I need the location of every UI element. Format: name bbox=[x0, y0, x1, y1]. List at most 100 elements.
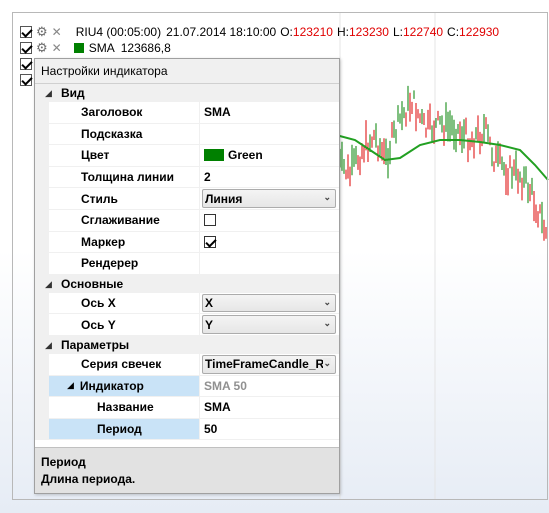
property-name: Стиль bbox=[35, 188, 199, 210]
property-row-smoothing[interactable]: Сглаживание bbox=[35, 209, 339, 232]
price-visible-checkbox[interactable] bbox=[20, 26, 32, 38]
property-row-indicator[interactable]: ◢ Индикатор SMA 50 bbox=[35, 375, 339, 398]
property-grid: ◢ Вид Заголовок SMA Подсказка Цвет Green… bbox=[35, 84, 339, 441]
close-icon[interactable]: ✕ bbox=[52, 25, 62, 39]
property-row-color[interactable]: Цвет Green bbox=[35, 145, 339, 167]
open-value: 123210 bbox=[292, 25, 333, 39]
property-name: Серия свечек bbox=[35, 353, 199, 376]
property-name: Название bbox=[35, 397, 199, 419]
open-label: O: bbox=[280, 25, 293, 39]
color-value: Green bbox=[228, 148, 263, 163]
property-row-period[interactable]: Период 50 bbox=[35, 418, 339, 441]
property-name: Ось Y bbox=[35, 314, 199, 336]
property-row-thickness[interactable]: Толщина линии 2 bbox=[35, 166, 339, 189]
tooltip-value[interactable] bbox=[199, 123, 339, 146]
property-row-candles[interactable]: Серия свечек TimeFrameCandle_R ⌄ bbox=[35, 353, 339, 376]
property-name: Маркер bbox=[35, 231, 199, 254]
sma-label: SMA bbox=[88, 41, 115, 55]
category-label: Вид bbox=[61, 86, 85, 100]
property-name: Ось X bbox=[35, 292, 199, 315]
candles-value: TimeFrameCandle_R bbox=[205, 357, 325, 372]
axis-x-value: X bbox=[205, 296, 214, 311]
color-swatch bbox=[204, 149, 224, 162]
category-params[interactable]: ◢ Параметры bbox=[35, 335, 339, 354]
property-name: Рендерер bbox=[35, 253, 199, 275]
description-pane: Период Длина периода. bbox=[35, 447, 339, 493]
collapse-triangle-icon[interactable]: ◢ bbox=[45, 336, 52, 354]
description-title: Период bbox=[41, 455, 86, 469]
symbol-label: RIU4 (00:05:00) bbox=[75, 25, 162, 39]
header-value[interactable]: SMA bbox=[199, 102, 339, 124]
property-row-style[interactable]: Стиль Линия ⌄ bbox=[35, 188, 339, 210]
category-label: Основные bbox=[61, 276, 124, 291]
close-label: C: bbox=[447, 25, 460, 39]
style-cell: Линия ⌄ bbox=[199, 188, 339, 210]
series-visible-checkbox[interactable] bbox=[20, 74, 32, 86]
style-dropdown[interactable]: Линия ⌄ bbox=[202, 189, 336, 208]
legend-row-3 bbox=[20, 56, 32, 72]
legend-row-4 bbox=[20, 72, 32, 88]
ind-name-value[interactable]: SMA bbox=[199, 397, 339, 419]
category-view[interactable]: ◢ Вид bbox=[35, 84, 339, 102]
legend-row-price: ⚙ ✕ RIU4 (00:05:00) 21.07.2014 18:10:00 … bbox=[20, 24, 499, 40]
gear-icon[interactable]: ⚙ bbox=[36, 41, 48, 54]
indicator-name-cell: ◢ Индикатор bbox=[35, 375, 199, 398]
style-value: Линия bbox=[205, 191, 243, 206]
property-row-renderer[interactable]: Рендерер bbox=[35, 253, 339, 275]
thickness-value[interactable]: 2 bbox=[199, 166, 339, 189]
property-row-header[interactable]: Заголовок SMA bbox=[35, 102, 339, 124]
property-name: Подсказка bbox=[35, 123, 199, 146]
datetime-label: 21.07.2014 18:10:00 bbox=[166, 25, 277, 39]
sma-visible-checkbox[interactable] bbox=[20, 42, 32, 54]
chevron-down-icon: ⌄ bbox=[323, 296, 331, 307]
marker-cell bbox=[199, 231, 339, 254]
candles-cell: TimeFrameCandle_R ⌄ bbox=[199, 353, 339, 376]
collapse-triangle-icon[interactable]: ◢ bbox=[45, 84, 52, 102]
color-picker[interactable]: Green bbox=[199, 145, 339, 167]
category-main[interactable]: ◢ Основные bbox=[35, 274, 339, 293]
collapse-triangle-icon[interactable]: ◢ bbox=[45, 275, 52, 293]
property-name: Заголовок bbox=[35, 102, 199, 124]
close-value: 122930 bbox=[459, 25, 500, 39]
axis-x-dropdown[interactable]: X ⌄ bbox=[202, 293, 336, 313]
axis-x-cell: X ⌄ bbox=[199, 292, 339, 315]
high-label: H: bbox=[336, 25, 349, 39]
property-row-tooltip[interactable]: Подсказка bbox=[35, 123, 339, 146]
chevron-down-icon: ⌄ bbox=[323, 192, 331, 203]
indicator-value: SMA 50 bbox=[199, 375, 339, 398]
sma-value: 123686,8 bbox=[120, 41, 171, 55]
property-row-marker[interactable]: Маркер bbox=[35, 231, 339, 254]
legend-row-sma: ⚙ ✕ SMA 123686,8 bbox=[20, 40, 171, 56]
property-name: Цвет bbox=[35, 145, 199, 167]
collapse-triangle-icon[interactable]: ◢ bbox=[67, 380, 74, 391]
sma-color-swatch bbox=[73, 43, 84, 53]
property-name: Индикатор bbox=[79, 378, 144, 393]
property-row-ind-name[interactable]: Название SMA bbox=[35, 397, 339, 419]
axis-y-dropdown[interactable]: Y ⌄ bbox=[202, 315, 336, 334]
series-visible-checkbox[interactable] bbox=[20, 58, 32, 70]
description-text: Длина периода. bbox=[41, 472, 136, 486]
property-row-axis-x[interactable]: Ось X X ⌄ bbox=[35, 292, 339, 315]
property-name: Период bbox=[35, 418, 199, 441]
period-value[interactable]: 50 bbox=[199, 418, 339, 441]
property-name: Толщина линии bbox=[35, 166, 199, 189]
category-label: Параметры bbox=[61, 337, 130, 352]
high-value: 123230 bbox=[348, 25, 389, 39]
renderer-value[interactable] bbox=[199, 253, 339, 275]
low-value: 122740 bbox=[403, 25, 444, 39]
smoothing-cell bbox=[199, 209, 339, 232]
candles-dropdown[interactable]: TimeFrameCandle_R ⌄ bbox=[202, 354, 336, 374]
low-label: L: bbox=[392, 25, 403, 39]
marker-checkbox[interactable] bbox=[204, 235, 216, 248]
indicator-settings-panel: Настройки индикатора ◢ Вид Заголовок SMA… bbox=[34, 58, 340, 494]
chevron-down-icon: ⌄ bbox=[323, 357, 331, 369]
smoothing-checkbox[interactable] bbox=[204, 214, 216, 227]
property-row-axis-y[interactable]: Ось Y Y ⌄ bbox=[35, 314, 339, 336]
axis-y-value: Y bbox=[205, 317, 214, 332]
axis-y-cell: Y ⌄ bbox=[199, 314, 339, 336]
chevron-down-icon: ⌄ bbox=[323, 318, 331, 329]
property-name: Сглаживание bbox=[35, 209, 199, 232]
close-icon[interactable]: ✕ bbox=[52, 41, 62, 55]
panel-title: Настройки индикатора bbox=[35, 59, 339, 84]
gear-icon[interactable]: ⚙ bbox=[36, 25, 48, 38]
